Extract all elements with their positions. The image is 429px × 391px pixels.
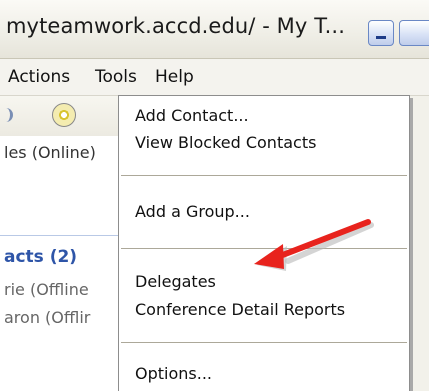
app-window: myteamwork.accd.edu/ - My T... Actions T… — [0, 0, 429, 391]
arrow-shaft — [277, 219, 371, 259]
red-arrow-icon — [254, 219, 374, 271]
